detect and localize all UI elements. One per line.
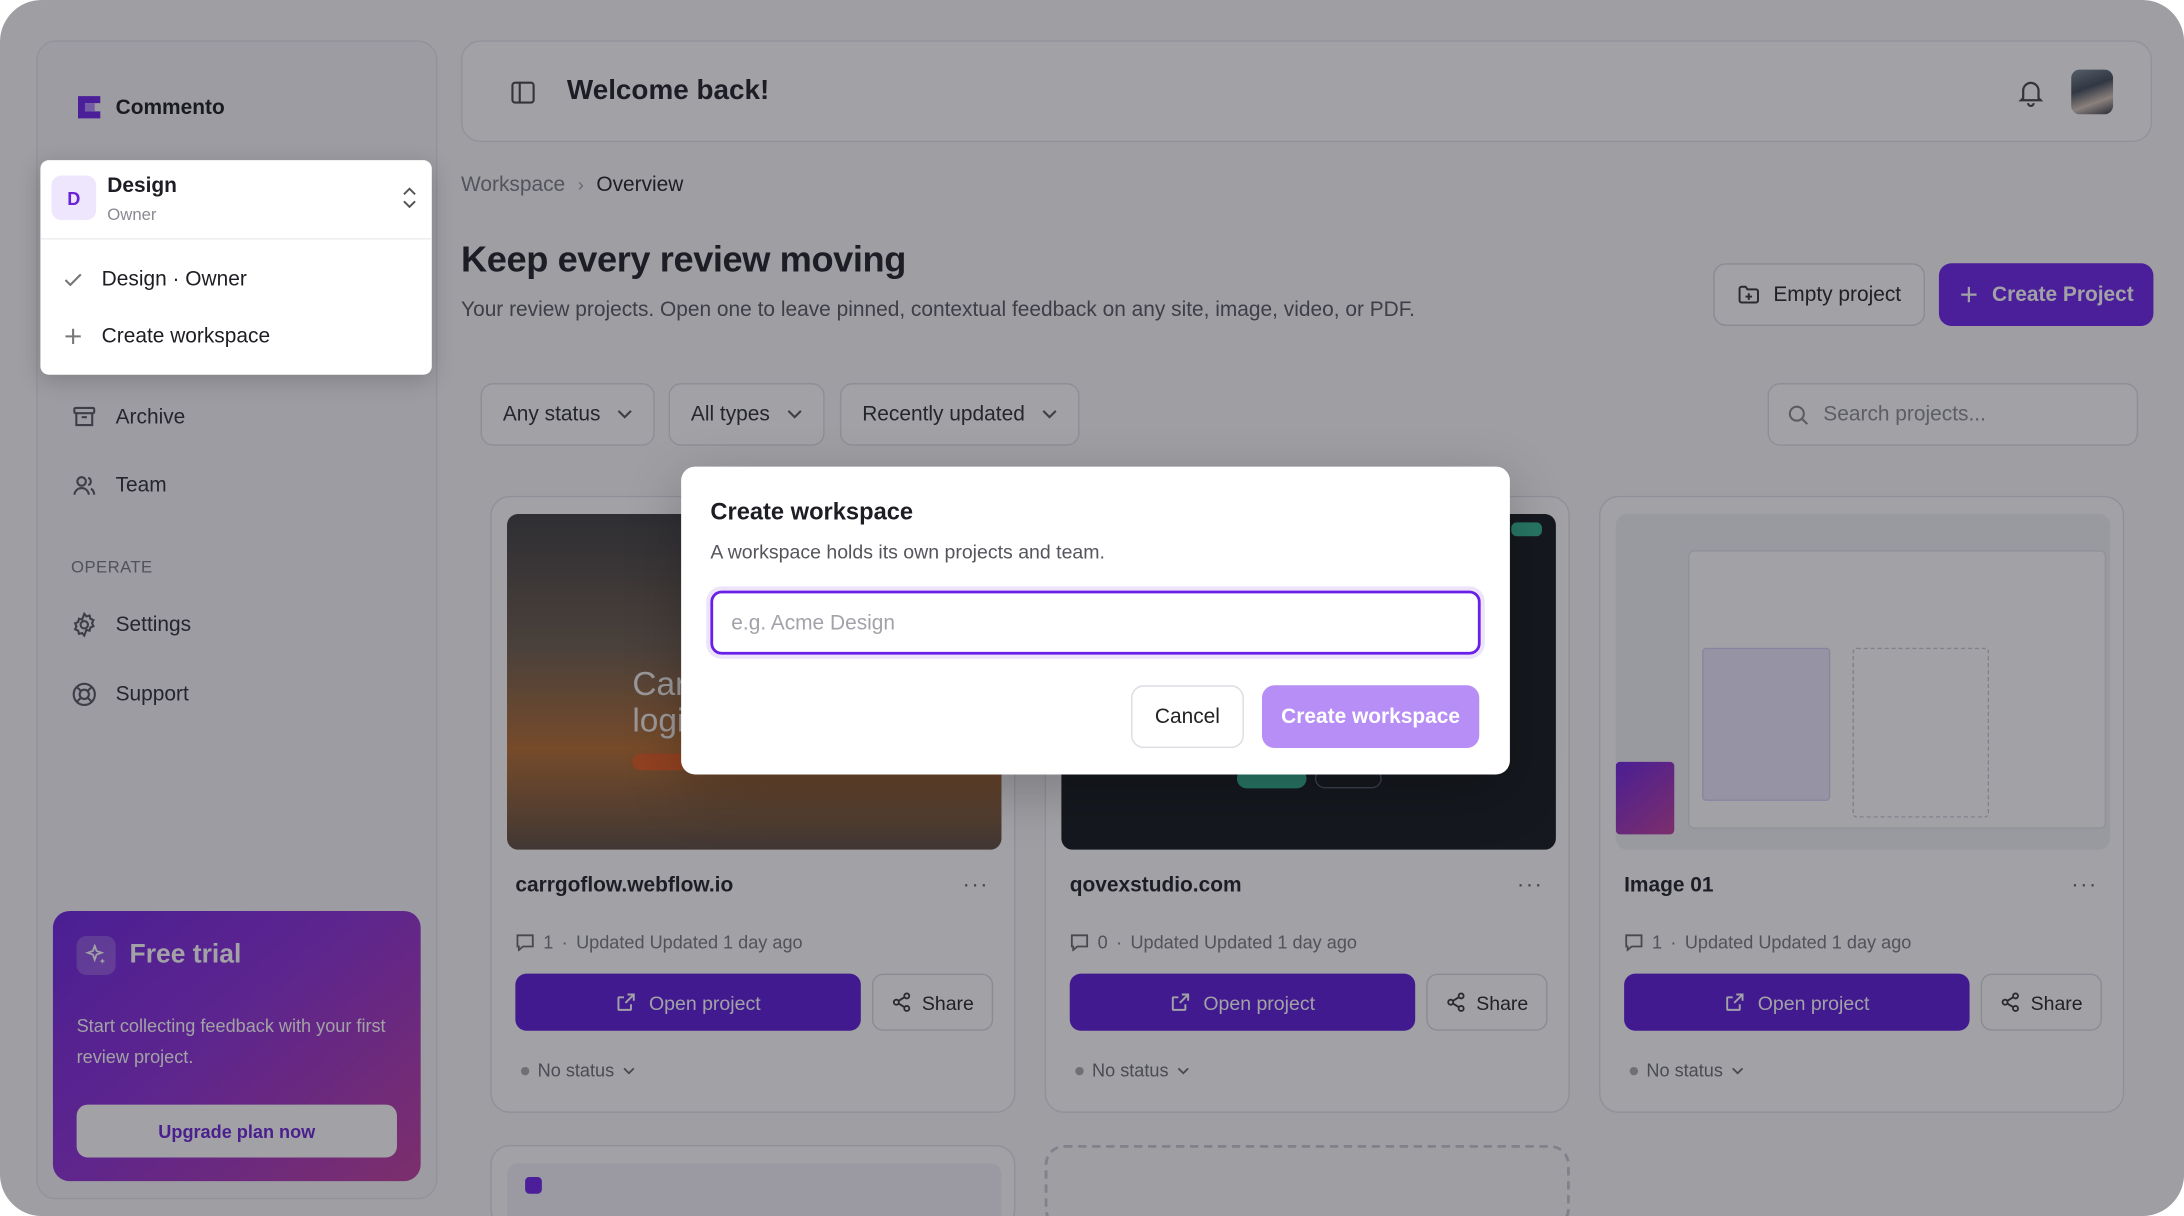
cancel-button[interactable]: Cancel <box>1131 685 1244 748</box>
workspace-option-label: Create workspace <box>101 324 271 349</box>
workspace-badge: D <box>51 175 97 221</box>
dialog-description: A workspace holds its own projects and t… <box>710 540 1105 563</box>
workspace-switcher-trigger[interactable]: D Design Owner <box>40 160 432 240</box>
create-workspace-dialog: Create workspace A workspace holds its o… <box>681 466 1510 775</box>
create-workspace-option[interactable]: Create workspace <box>63 324 271 349</box>
workspace-role: Owner <box>107 204 157 225</box>
check-icon <box>64 273 82 287</box>
dialog-title: Create workspace <box>710 498 914 526</box>
workspace-name-input[interactable] <box>710 590 1481 655</box>
create-workspace-button[interactable]: Create workspace <box>1261 685 1480 748</box>
workspace-switcher: D Design Owner Design · Owner Create wor… <box>40 160 432 375</box>
workspace-name: Design <box>107 174 177 198</box>
app-window: Commento Archive Team OPERATE Settings S… <box>0 0 2184 1216</box>
workspace-option-label: Design · Owner <box>101 267 247 292</box>
plus-icon <box>65 328 81 345</box>
workspace-option-design[interactable]: Design · Owner <box>63 267 247 291</box>
chevron-up-down-icon <box>403 187 416 209</box>
app-background: Commento Archive Team OPERATE Settings S… <box>0 0 2184 1216</box>
